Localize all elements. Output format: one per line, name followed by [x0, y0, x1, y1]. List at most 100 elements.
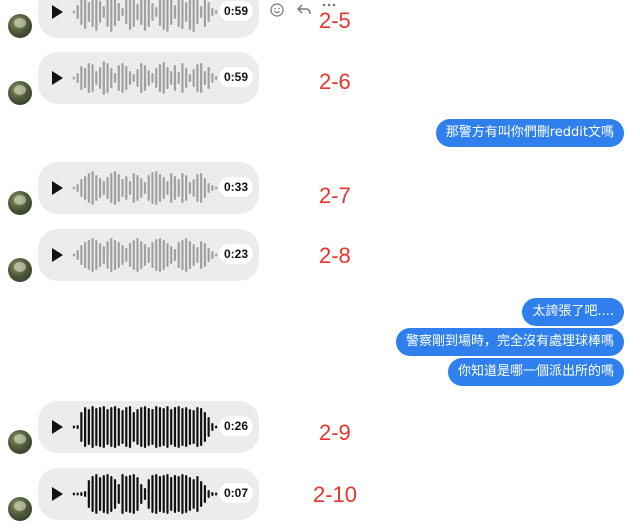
outgoing-message[interactable]: 太誇張了吧.... [522, 298, 624, 326]
waveform-bar [136, 238, 139, 272]
waveform-bar [170, 0, 173, 25]
play-icon[interactable] [48, 418, 66, 436]
waveform-bar [200, 63, 203, 93]
outgoing-message[interactable]: 那警方有叫你們刪reddit文嗎 [435, 119, 624, 147]
waveform-bar [158, 476, 162, 512]
waveform-bar [106, 241, 109, 269]
waveform-bar [173, 65, 177, 91]
waveform-bar [87, 173, 90, 203]
waveform-bar [173, 176, 177, 200]
waveform-bar [196, 0, 199, 24]
waveform-bar [147, 408, 150, 446]
waveform-bar [72, 186, 75, 190]
waveform-bar [143, 488, 147, 500]
avatar[interactable] [8, 14, 32, 38]
avatar[interactable] [8, 430, 32, 454]
play-icon[interactable] [48, 246, 66, 264]
reply-arrow-icon[interactable] [296, 3, 312, 17]
play-icon[interactable] [48, 179, 66, 197]
waveform-bar [181, 63, 184, 93]
waveform-bar [181, 474, 184, 514]
waveform-bar [211, 423, 214, 431]
waveform-bar [158, 238, 162, 272]
audio-waveform[interactable] [72, 0, 218, 34]
waveform-bar [80, 245, 83, 265]
avatar[interactable] [8, 258, 32, 282]
waveform-bar [113, 406, 117, 448]
audio-waveform[interactable] [72, 56, 218, 100]
waveform-bar [147, 0, 150, 27]
waveform-bar [211, 492, 214, 496]
waveform-bar [196, 247, 199, 263]
waveform-bar [110, 68, 113, 88]
waveform-bar [177, 0, 180, 27]
waveform-bar [147, 70, 150, 86]
waveform-bar [106, 177, 109, 199]
waveform-bar [207, 67, 210, 89]
audio-waveform[interactable] [72, 405, 218, 449]
waveform-bar [215, 10, 218, 14]
waveform-bar [211, 185, 214, 191]
waveform-bar [192, 479, 195, 509]
waveform-bar [203, 0, 206, 27]
audio-message[interactable]: 0:23 [38, 229, 259, 281]
waveform-bar [192, 0, 195, 32]
waveform-bar [132, 240, 135, 270]
waveform-bar [211, 8, 214, 16]
smiley-icon[interactable] [270, 3, 284, 17]
waveform-bar [192, 410, 195, 444]
audio-waveform[interactable] [72, 233, 218, 277]
waveform-bar [215, 76, 218, 80]
waveform-bar [80, 412, 83, 442]
waveform-bar [185, 2, 188, 22]
audio-waveform[interactable] [72, 166, 218, 210]
play-icon[interactable] [48, 3, 66, 21]
audio-duration: 0:59 [219, 1, 254, 21]
waveform-bar [132, 412, 135, 442]
audio-message[interactable]: 0:59 [38, 52, 259, 104]
waveform-bar [102, 475, 105, 513]
waveform-bar [76, 73, 79, 83]
waveform-bar [117, 484, 120, 504]
avatar[interactable] [8, 191, 32, 215]
avatar[interactable] [8, 81, 32, 105]
waveform-bar [128, 406, 132, 448]
outgoing-message[interactable]: 警察剛到場時，完全沒有處理球棒嗎 [395, 328, 624, 356]
waveform-bar [113, 0, 117, 26]
waveform-bar [136, 409, 139, 445]
play-icon[interactable] [48, 485, 66, 503]
audio-duration: 0:33 [219, 177, 254, 197]
waveform-bar [158, 0, 162, 26]
waveform-bar [117, 408, 120, 446]
play-icon[interactable] [48, 69, 66, 87]
annotation-label: 2-10 [313, 482, 358, 507]
waveform-bar [162, 475, 165, 513]
avatar[interactable] [8, 497, 32, 521]
outgoing-message[interactable]: 你知道是哪一個派出所的嗎 [447, 358, 624, 386]
waveform-bar [192, 179, 195, 197]
waveform-bar [151, 73, 154, 83]
annotation-label: 2-7 [319, 183, 351, 208]
waveform-bar [200, 173, 203, 203]
waveform-bar [110, 0, 113, 32]
audio-message[interactable]: 0:59 [38, 0, 259, 38]
waveform-bar [203, 178, 206, 198]
waveform-bar [121, 8, 124, 16]
waveform-bar [185, 175, 188, 201]
waveform-bar [188, 0, 192, 30]
waveform-bar [121, 474, 124, 514]
waveform-bar [136, 477, 139, 511]
waveform-bar [155, 7, 158, 17]
audio-message[interactable]: 0:33 [38, 162, 259, 214]
waveform-bar [181, 173, 184, 203]
audio-message[interactable]: 0:07 [38, 468, 259, 520]
waveform-bar [125, 66, 128, 90]
waveform-bar [102, 61, 105, 95]
waveform-bar [151, 242, 154, 268]
waveform-bar [162, 177, 165, 199]
waveform-bar [166, 474, 169, 514]
audio-message[interactable]: 0:26 [38, 401, 259, 453]
waveform-bar [155, 68, 158, 88]
waveform-bar [151, 409, 154, 445]
audio-waveform[interactable] [72, 472, 218, 516]
